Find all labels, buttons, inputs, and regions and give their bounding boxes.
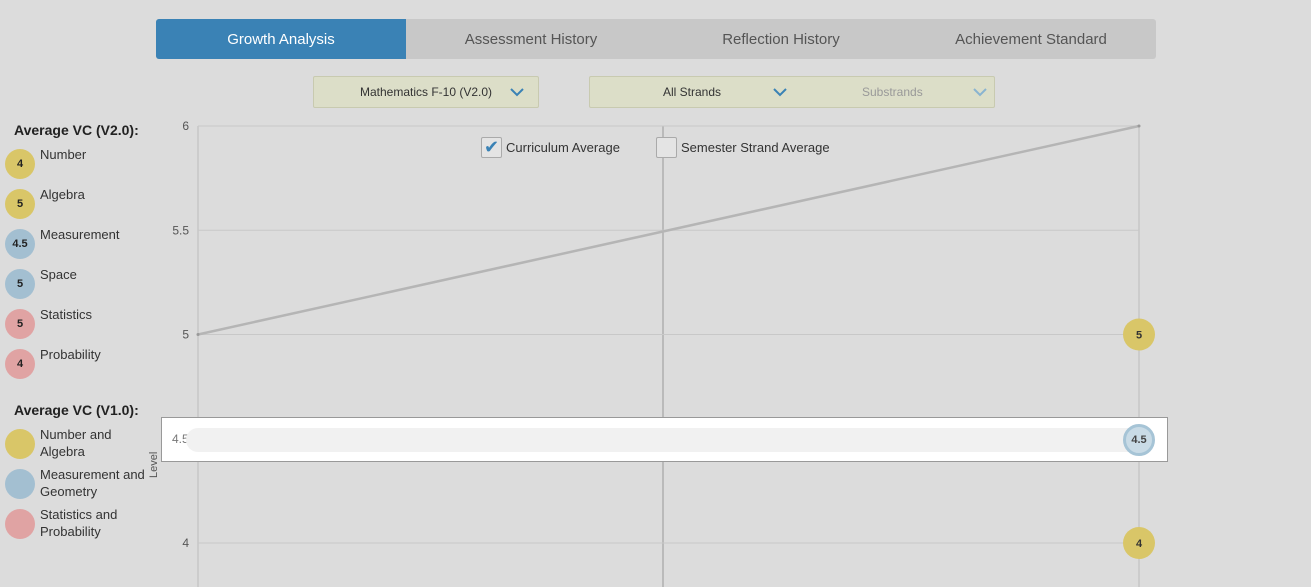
y-tick-label: 6 [182, 119, 189, 133]
y-tick-label: 5 [182, 328, 189, 342]
chart-point-hover[interactable]: 4.5 [1123, 424, 1155, 456]
hover-row: 4.5 4.5 [161, 417, 1168, 462]
y-tick-label: 4 [182, 536, 189, 550]
chart-point-label: 4 [1136, 538, 1143, 550]
semester-strand-average-label: Semester Strand Average [681, 140, 830, 155]
series-point [1137, 124, 1141, 128]
chart-point-label: 5 [1136, 330, 1142, 342]
semester-strand-average-toggle[interactable]: Semester Strand Average [656, 137, 830, 158]
curriculum-average-label: Curriculum Average [506, 140, 620, 155]
y-axis-label: Level [148, 451, 160, 478]
series-point [196, 333, 200, 336]
checkbox[interactable]: ✔ [481, 137, 502, 158]
hover-track [186, 428, 1141, 452]
y-tick-label: 5.5 [172, 223, 189, 237]
growth-chart: 6 5.5 5 4 5 4 [172, 119, 1155, 587]
curriculum-average-toggle[interactable]: ✔ Curriculum Average [481, 137, 620, 158]
checkbox[interactable] [656, 137, 677, 158]
